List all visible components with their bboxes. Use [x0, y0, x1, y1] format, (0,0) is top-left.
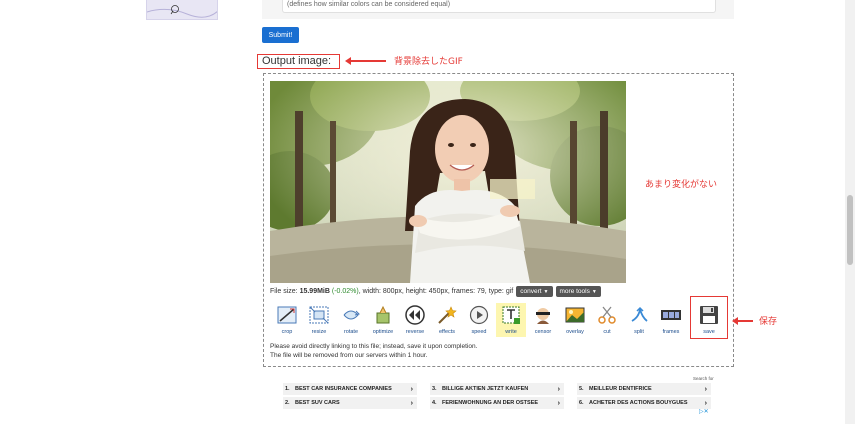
tool-speed[interactable]: speed — [464, 303, 494, 337]
ads-search-label: Search for — [693, 376, 714, 381]
ad-number: 1. — [285, 386, 290, 392]
tool-label: reverse — [405, 329, 425, 335]
tool-crop[interactable]: crop — [272, 303, 302, 337]
chevron-down-icon: ▼ — [543, 289, 549, 295]
tool-label: write — [505, 329, 517, 335]
tool-label: resize — [311, 329, 327, 335]
retention-notice: Please avoid directly linking to this fi… — [270, 342, 477, 360]
tool-label: split — [634, 329, 644, 335]
ad-number: 6. — [579, 400, 584, 406]
page-scrollbar[interactable] — [845, 0, 855, 424]
file-size-value: 15.99MiB — [299, 288, 330, 295]
file-details: , width: 800px, height: 450px, frames: 7… — [358, 288, 514, 295]
chevron-right-icon: › — [557, 385, 560, 393]
file-size-label: File size: — [270, 288, 298, 295]
notice-line-1: Please avoid directly linking to this fi… — [270, 343, 478, 350]
chevron-right-icon: › — [557, 399, 560, 407]
tool-label: effects — [438, 329, 456, 335]
split-icon — [626, 303, 652, 327]
notice-line-2: The file will be removed from our server… — [270, 352, 428, 359]
frames-icon — [658, 303, 684, 327]
more-tools-dropdown[interactable]: more tools ▼ — [555, 286, 601, 297]
ad-number: 3. — [432, 386, 437, 392]
tool-censor[interactable]: censor — [528, 303, 558, 337]
speed-icon — [466, 303, 492, 327]
ad-text: FERIENWOHNUNG AN DER OSTSEE — [442, 400, 539, 406]
tool-label: crop — [281, 329, 293, 335]
ad-number: 2. — [285, 400, 290, 406]
ad-text: BEST SUV CARS — [295, 400, 340, 406]
chevron-right-icon: › — [410, 385, 413, 393]
tool-label: speed — [471, 329, 487, 335]
tool-label: censor — [534, 329, 552, 335]
tool-split[interactable]: split — [624, 303, 654, 337]
ad-number: 4. — [432, 400, 437, 406]
file-size-delta: (-0.02%) — [331, 288, 359, 295]
tool-optimize[interactable]: optimize — [368, 303, 398, 337]
scrollbar-thumb[interactable] — [847, 195, 853, 265]
tool-rotate[interactable]: rotate — [336, 303, 366, 337]
ad-text: ACHETER DES ACTIONS BOUYGUES — [589, 400, 688, 406]
tool-label: frames — [662, 329, 680, 335]
ad-text: BEST CAR INSURANCE COMPANIES — [295, 386, 392, 392]
tool-label: rotate — [343, 329, 359, 335]
ad-link[interactable]: 3. BILLIGE AKTIEN JETZT KAUFEN › — [430, 383, 564, 395]
annotation-arrow-save — [732, 317, 753, 324]
ad-link[interactable]: 4. FERIENWOHNUNG AN DER OSTSEE › — [430, 397, 564, 409]
tool-cut[interactable]: cut — [592, 303, 622, 337]
crop-icon — [274, 303, 300, 327]
options-form: (defines how similar colors can be consi… — [262, 0, 734, 19]
cut-icon — [594, 303, 620, 327]
tool-effects[interactable]: effects — [432, 303, 462, 337]
optimize-icon — [370, 303, 396, 327]
chevron-right-icon: › — [704, 399, 707, 407]
adchoices-icon[interactable]: ▷✕ — [699, 408, 709, 415]
censor-icon — [530, 303, 556, 327]
resize-icon — [306, 303, 332, 327]
ad-link[interactable]: 5. MEILLEUR DENTIFRICE › — [577, 383, 711, 395]
ad-link[interactable]: 2. BEST SUV CARS › — [283, 397, 417, 409]
ad-text: BILLIGE AKTIEN JETZT KAUFEN — [442, 386, 529, 392]
reverse-icon — [402, 303, 428, 327]
tool-resize[interactable]: resize — [304, 303, 334, 337]
chevron-down-icon: ▼ — [591, 289, 597, 295]
effects-icon — [434, 303, 460, 327]
tool-label: optimize — [372, 329, 394, 335]
annotation-no-change-note: あまり変化がない — [645, 180, 718, 190]
output-image-heading: Output image: — [257, 54, 340, 69]
ad-number: 5. — [579, 386, 584, 392]
tool-overlay[interactable]: overlay — [560, 303, 590, 337]
write-icon — [498, 303, 524, 327]
file-info: File size: 15.99MiB (-0.02%), width: 800… — [270, 286, 601, 297]
chevron-right-icon: › — [410, 399, 413, 407]
rotate-icon — [338, 303, 364, 327]
ad-link[interactable]: 6. ACHETER DES ACTIONS BOUYGUES › — [577, 397, 711, 409]
tool-label: cut — [603, 329, 611, 335]
ad-link[interactable]: 1. BEST CAR INSURANCE COMPANIES › — [283, 383, 417, 395]
annotation-gif-note: 背景除去したGIF — [394, 57, 463, 67]
tool-reverse[interactable]: reverse — [400, 303, 430, 337]
save-highlight-box — [690, 296, 728, 339]
input-image-thumbnail — [146, 0, 218, 20]
more-tools-label: more tools — [559, 288, 590, 295]
annotation-arrow-gif — [345, 57, 386, 64]
overlay-icon — [562, 303, 588, 327]
tool-frames[interactable]: frames — [656, 303, 686, 337]
submit-button[interactable]: Submit! — [262, 27, 299, 43]
fuzz-hint: (defines how similar colors can be consi… — [282, 0, 716, 13]
convert-dropdown[interactable]: convert ▼ — [516, 286, 553, 297]
convert-label: convert — [520, 288, 542, 295]
tool-label: overlay — [566, 329, 584, 335]
annotation-save-note: 保存 — [759, 317, 778, 327]
chevron-right-icon: › — [704, 385, 707, 393]
output-gif-image[interactable] — [270, 81, 626, 283]
ad-text: MEILLEUR DENTIFRICE — [589, 386, 652, 392]
tool-write[interactable]: write — [496, 303, 526, 337]
